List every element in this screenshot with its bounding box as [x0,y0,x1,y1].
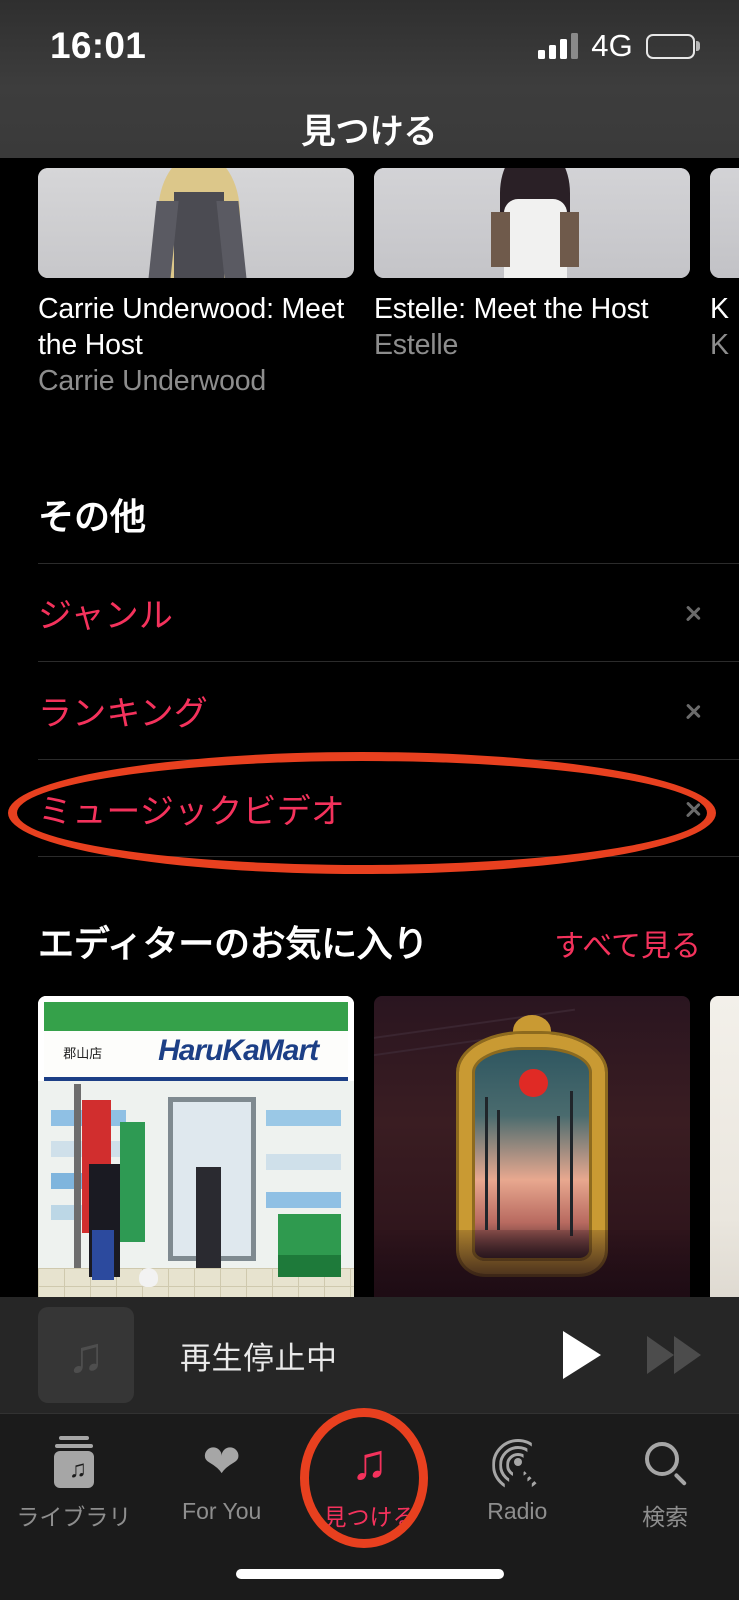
tab-label: For You [182,1498,262,1524]
see-all-link[interactable]: すべて見る [554,921,701,965]
music-note-icon: ♫ [67,1327,105,1383]
list-item-label: ミュージックビデオ [38,792,346,831]
chevron-right-icon [685,696,701,724]
battery-full-icon [646,33,695,59]
album-art-subtext: 郡山店 [63,1046,103,1062]
video-artist: Carrie Underwood [38,364,267,397]
video-card-carousel[interactable]: Carrie Underwood: Meet the Host Carrie U… [0,168,739,428]
mini-player-artwork[interactable]: ♫ [38,1307,134,1403]
signal-bars-icon [538,33,579,59]
video-card[interactable]: Estelle: Meet the Host Estelle [374,168,690,428]
video-thumbnail[interactable] [38,168,354,278]
video-card-partial[interactable]: K K [710,168,739,428]
tab-label: ライブラリ [16,1504,132,1530]
album-art-text: HaruKaMart [158,1033,319,1067]
tab-library[interactable]: ♫ ライブラリ [0,1414,148,1600]
tab-search[interactable]: 検索 [591,1414,739,1600]
play-icon[interactable] [563,1331,601,1379]
album-artwork[interactable]: HaruKaMart 郡山店 [38,996,354,1312]
status-time: 16:01 [50,25,147,66]
list-item-label: ジャンル [38,596,174,635]
chevron-right-icon [685,598,701,626]
album-artwork[interactable] [374,996,690,1312]
radio-waves-icon [489,1436,545,1491]
library-icon: ♫ [46,1436,102,1488]
status-indicators: 4G [538,28,695,64]
status-bar: 16:01 4G [0,0,739,92]
page-title: 見つける [301,113,438,151]
tab-label: 検索 [642,1504,689,1530]
list-item-genre[interactable]: ジャンル [0,563,739,661]
app-screen: Carrie Underwood: Meet the Host Carrie U… [0,0,739,1600]
video-title: Estelle: Meet the Host [374,293,649,325]
tab-label: 見つける [323,1504,416,1530]
home-indicator [235,1569,504,1579]
section-heading-other: その他 [38,496,147,537]
list-separator [38,661,739,662]
list-item-music-video[interactable]: ミュージックビデオ [0,759,739,857]
thumbnail-art [710,168,739,278]
heart-icon: ❤ [202,1435,241,1487]
chevron-right-icon [685,794,701,822]
album-artwork-partial[interactable] [710,996,739,1312]
list-item-label: ランキング [38,694,208,733]
mini-player[interactable]: ♫ 再生停止中 [0,1297,739,1413]
section-heading-editor-favorites: エディターのお気に入り [38,923,429,964]
music-note-icon: ♫ [350,1434,389,1490]
thumbnail-art [374,168,690,278]
video-card[interactable]: Carrie Underwood: Meet the Host Carrie U… [38,168,354,428]
mini-player-controls [563,1331,701,1379]
editor-favorites-header: エディターのお気に入り すべて見る [38,915,701,967]
video-thumbnail[interactable] [374,168,690,278]
video-title: Carrie Underwood: Meet the Host [38,293,345,361]
video-artist: K [710,328,729,361]
search-icon [637,1436,693,1488]
thumbnail-art [38,168,354,278]
tab-label: Radio [487,1498,548,1524]
video-artist: Estelle [374,328,459,361]
video-title: K [710,293,729,325]
video-thumbnail[interactable] [710,168,739,278]
fast-forward-icon[interactable] [647,1336,701,1374]
other-list: ジャンル ランキング ミュージックビデオ [0,563,739,857]
list-separator [38,856,739,857]
carrier-label: 4G [591,28,633,63]
list-separator [38,759,739,760]
mini-player-status: 再生停止中 [180,1340,338,1376]
list-separator [38,563,739,564]
list-item-ranking[interactable]: ランキング [0,661,739,759]
album-carousel[interactable]: HaruKaMart 郡山店 [38,996,739,1312]
